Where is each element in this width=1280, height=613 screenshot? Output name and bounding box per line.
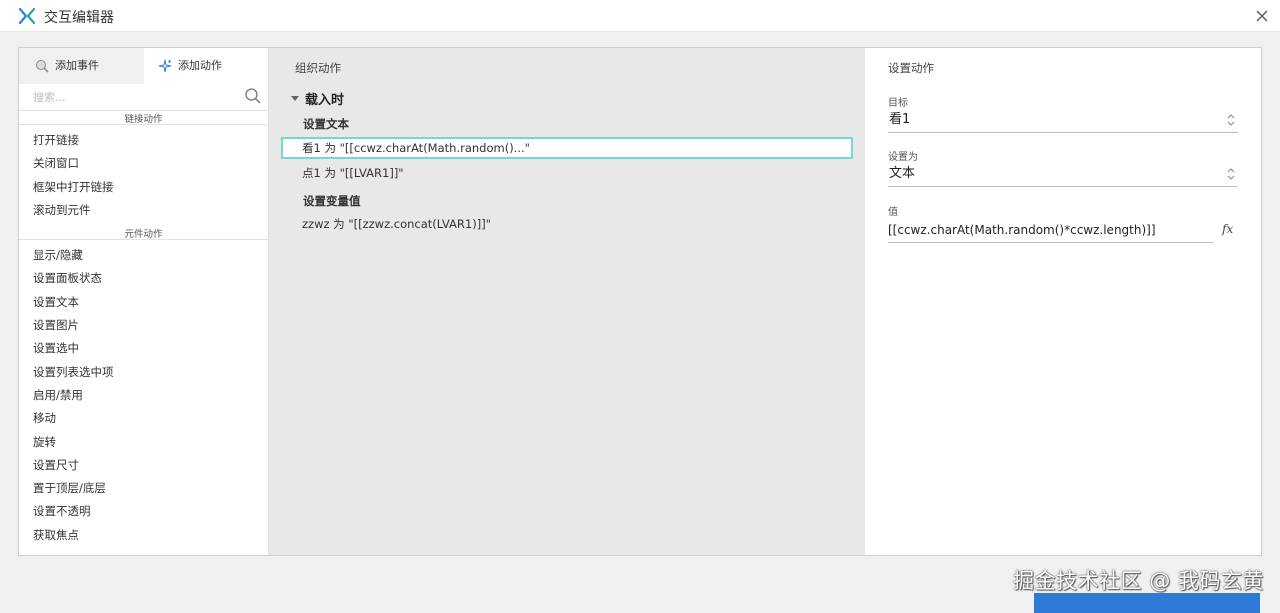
select-arrows-icon [1227, 114, 1235, 126]
watermark: 掘金技术社区 @ 我码玄黄 [1013, 569, 1264, 593]
action-item-show-hide[interactable]: 显示/隐藏 [19, 244, 268, 267]
value-input[interactable]: [[ccwz.charAt(Math.random()*ccwz.length)… [888, 218, 1214, 243]
action-item-set-image[interactable]: 设置图片 [19, 314, 268, 337]
set-as-value: 文本 [889, 166, 916, 181]
close-icon[interactable] [1252, 6, 1272, 26]
configure-action-panel: 设置动作 目标 看1 设置为 文本 值 [[ccwz.charAt(Math.r… [866, 48, 1261, 555]
organize-actions-title: 组织动作 [295, 61, 341, 75]
search-bar [19, 84, 268, 111]
category-set-variable: 设置变量值 [303, 194, 361, 208]
action-item-set-text[interactable]: 设置文本 [19, 291, 268, 314]
action-item-set-size[interactable]: 设置尺寸 [19, 454, 268, 477]
action-row[interactable]: 点1 为 "[[LVAR1]]" [281, 162, 853, 184]
tab-add-event[interactable]: 添加事件 [19, 48, 144, 84]
action-item-set-panel-state[interactable]: 设置面板状态 [19, 267, 268, 290]
tab-add-event-label: 添加事件 [55, 59, 99, 72]
target-select[interactable]: 看1 [888, 108, 1238, 133]
interaction-editor-dialog: 添加事件 添加动作 链接动作 打开链接 关闭窗口 框架中打开链接 滚动 [18, 47, 1262, 556]
action-item-open-link[interactable]: 打开链接 [19, 129, 268, 152]
tab-add-action[interactable]: 添加动作 [144, 48, 268, 84]
action-item-open-in-frame[interactable]: 框架中打开链接 [19, 176, 268, 199]
action-item-enable-disable[interactable]: 启用/禁用 [19, 384, 268, 407]
value-label: 值 [888, 207, 898, 218]
ok-button-edge[interactable] [1034, 593, 1260, 613]
event-icon [36, 60, 49, 73]
window-title: 交互编辑器 [44, 10, 114, 26]
action-list: 链接动作 打开链接 关闭窗口 框架中打开链接 滚动到元件 元件动作 显示/隐藏 … [19, 111, 268, 547]
set-as-label: 设置为 [888, 152, 918, 163]
set-as-select[interactable]: 文本 [888, 162, 1238, 187]
action-item-close-window[interactable]: 关闭窗口 [19, 152, 268, 175]
collapse-triangle-icon[interactable] [291, 96, 299, 101]
action-item-set-list-selection[interactable]: 设置列表选中项 [19, 361, 268, 384]
panel-tabs: 添加事件 添加动作 [19, 48, 268, 84]
action-item-scroll-to-widget[interactable]: 滚动到元件 [19, 199, 268, 222]
category-set-text: 设置文本 [303, 117, 349, 131]
sparkle-icon [158, 59, 172, 73]
target-value: 看1 [889, 112, 911, 127]
tab-add-action-label: 添加动作 [178, 59, 222, 72]
action-item-set-selected[interactable]: 设置选中 [19, 337, 268, 360]
group-header-widget-actions: 元件动作 [19, 226, 268, 241]
action-item-set-opacity[interactable]: 设置不透明 [19, 500, 268, 523]
event-onload[interactable]: 载入时 [291, 89, 344, 108]
action-library-panel: 添加事件 添加动作 链接动作 打开链接 关闭窗口 框架中打开链接 滚动 [19, 48, 269, 555]
group-header-link-actions: 链接动作 [19, 111, 268, 125]
action-row[interactable]: zzwz 为 "[[zzwz.concat(LVAR1)]]" [281, 213, 853, 235]
title-bar: 交互编辑器 [0, 0, 1280, 32]
search-icon[interactable] [244, 87, 262, 105]
axure-logo-icon [18, 7, 36, 25]
search-input[interactable] [31, 88, 235, 106]
fx-icon[interactable]: fx [1222, 222, 1233, 236]
organize-actions-panel: 组织动作 载入时 设置文本 看1 为 "[[ccwz.charAt(Math.r… [269, 48, 865, 555]
action-item-focus[interactable]: 获取焦点 [19, 524, 268, 547]
configure-action-title: 设置动作 [888, 61, 934, 75]
target-label: 目标 [888, 98, 908, 109]
action-item-rotate[interactable]: 旋转 [19, 431, 268, 454]
select-arrows-icon [1227, 168, 1235, 180]
action-item-bring-front-back[interactable]: 置于顶层/底层 [19, 477, 268, 500]
action-row[interactable]: 看1 为 "[[ccwz.charAt(Math.random()..." [281, 137, 853, 159]
action-item-move[interactable]: 移动 [19, 407, 268, 430]
